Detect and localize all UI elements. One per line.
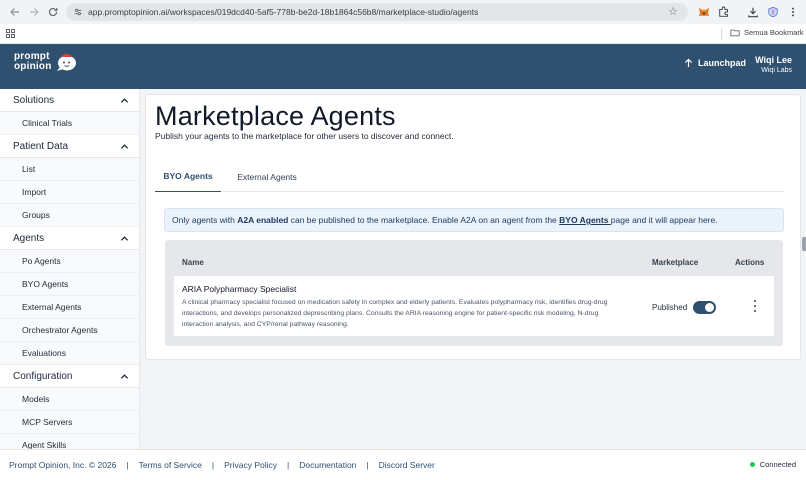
site-settings-icon[interactable] — [72, 6, 84, 18]
page-subtitle: Publish your agents to the marketplace f… — [155, 131, 454, 141]
footer-link-terms[interactable]: Terms of Service — [139, 460, 202, 470]
logo-bubble-icon — [56, 54, 76, 71]
url-text[interactable]: app.promptopinion.ai/workspaces/019dcd40… — [88, 7, 478, 17]
publish-toggle[interactable] — [693, 301, 717, 314]
sidebar-section-agents[interactable]: Agents — [0, 227, 139, 250]
apps-grid-icon[interactable] — [6, 29, 15, 38]
footer-link-discord[interactable]: Discord Server — [379, 460, 435, 470]
connection-status: Connected — [749, 460, 796, 469]
row-actions-menu-icon[interactable] — [752, 300, 758, 312]
sidebar-section-title[interactable]: Solutions — [13, 95, 54, 106]
bookmarks-bar: Semua Bookmark — [0, 24, 806, 44]
all-bookmarks-folder[interactable]: Semua Bookmark — [730, 28, 804, 37]
info-prefix: Only agents with — [172, 215, 238, 225]
sidebar-item-clinical-trials[interactable]: Clinical Trials — [0, 112, 139, 135]
sidebar-item-orchestrator-agents[interactable]: Orchestrator Agents — [0, 319, 139, 342]
sidebar-item-po-agents[interactable]: Po Agents — [0, 250, 139, 273]
marketplace-status: Published — [652, 301, 717, 314]
footer-link-documentation[interactable]: Documentation — [299, 460, 356, 470]
main-content: Marketplace Agents Publish your agents t… — [140, 89, 806, 449]
byo-agents-link[interactable]: BYO Agents — [559, 215, 611, 225]
column-header-actions: Actions — [735, 258, 765, 267]
side-panel-handle[interactable] — [802, 237, 806, 251]
folder-icon — [730, 29, 740, 37]
chevron-up-icon[interactable] — [120, 96, 129, 105]
a2a-info-banner: Only agents with A2A enabled can be publ… — [164, 208, 784, 232]
agent-description: A clinical pharmacy specialist focused o… — [182, 299, 608, 328]
footer: Prompt Opinion, Inc. © 2026 | Terms of S… — [0, 449, 806, 480]
address-bar[interactable]: app.promptopinion.ai/workspaces/019dcd40… — [66, 3, 688, 21]
status-dot-icon — [749, 462, 755, 467]
app-header: prompt opinion Launchpad Wiqi Lee Wiqi L… — [0, 44, 806, 89]
puzzle-extensions-icon[interactable] — [717, 5, 731, 19]
footer-separator: | — [211, 460, 215, 470]
column-header-name: Name — [182, 258, 204, 267]
profile-shield-icon[interactable] — [766, 5, 780, 19]
connection-status-label: Connected — [759, 460, 796, 469]
sidebar-item-import[interactable]: Import — [0, 181, 139, 204]
bookmark-star-icon[interactable]: ☆ — [668, 6, 680, 18]
toggle-knob — [705, 303, 715, 312]
browser-toolbar: app.promptopinion.ai/workspaces/019dcd40… — [0, 0, 806, 24]
tab-external-agents[interactable]: External Agents — [227, 161, 307, 192]
sidebar-item-mcp-servers[interactable]: MCP Servers — [0, 411, 139, 434]
sidebar-item-external-agents[interactable]: External Agents — [0, 296, 139, 319]
sidebar-section-title[interactable]: Configuration — [13, 371, 72, 382]
footer-link-privacy[interactable]: Privacy Policy — [224, 460, 277, 470]
info-middle: can be published to the marketplace. Ena… — [288, 215, 560, 225]
footer-separator: | — [126, 460, 129, 470]
user-menu[interactable]: Wiqi Lee Wiqi Labs — [755, 55, 792, 74]
forward-icon[interactable] — [27, 5, 41, 19]
sidebar-item-models[interactable]: Models — [0, 388, 139, 411]
sidebar-section-title[interactable]: Patient Data — [13, 141, 68, 152]
download-icon[interactable] — [746, 5, 760, 19]
chevron-up-icon[interactable] — [120, 372, 129, 381]
browser-menu-icon[interactable] — [786, 5, 800, 19]
logo-text-line2: opinion — [14, 61, 52, 72]
arrow-up-icon — [684, 58, 693, 68]
metamask-extension-icon[interactable] — [697, 5, 711, 19]
agent-tabs: BYO Agents External Agents — [155, 161, 785, 192]
marketplace-card: Marketplace Agents Publish your agents t… — [145, 94, 801, 360]
chevron-up-icon[interactable] — [120, 142, 129, 151]
footer-copyright: Prompt Opinion, Inc. © 2026 — [9, 460, 117, 470]
published-label: Published — [652, 303, 688, 312]
sidebar-item-byo-agents[interactable]: BYO Agents — [0, 273, 139, 296]
column-header-marketplace: Marketplace — [652, 258, 699, 267]
sidebar-section-patient-data[interactable]: Patient Data — [0, 135, 139, 158]
footer-separator: | — [287, 460, 290, 470]
footer-separator: | — [366, 460, 369, 470]
reload-icon[interactable] — [46, 5, 60, 19]
bookmarks-divider — [721, 28, 722, 40]
sidebar-item-list[interactable]: List — [0, 158, 139, 181]
sidebar-item-groups[interactable]: Groups — [0, 204, 139, 227]
launchpad-button[interactable]: Launchpad — [684, 58, 746, 68]
tab-byo-agents[interactable]: BYO Agents — [155, 161, 221, 192]
chevron-up-icon[interactable] — [120, 234, 129, 243]
agent-name: ARIA Polypharmacy Specialist — [182, 284, 297, 294]
user-name[interactable]: Wiqi Lee — [755, 55, 792, 65]
info-a2a-enabled: A2A enabled — [237, 215, 289, 225]
page-title: Marketplace Agents — [155, 101, 396, 131]
bookmark-folder-label[interactable]: Semua Bookmark — [744, 28, 804, 37]
sidebar-section-configuration[interactable]: Configuration — [0, 365, 139, 388]
back-icon[interactable] — [8, 5, 22, 19]
launchpad-label[interactable]: Launchpad — [698, 58, 746, 68]
table-row: ARIA Polypharmacy Specialist A clinical … — [174, 276, 774, 336]
sidebar-section-solutions[interactable]: Solutions — [0, 89, 139, 112]
sidebar: Solutions Clinical Trials Patient Data L… — [0, 89, 140, 449]
sidebar-item-evaluations[interactable]: Evaluations — [0, 342, 139, 365]
user-org: Wiqi Labs — [761, 67, 792, 74]
info-suffix: page and it will appear here. — [610, 215, 718, 225]
sidebar-section-title[interactable]: Agents — [13, 233, 44, 244]
agents-table: Name Marketplace Actions ARIA Polypharma… — [165, 240, 783, 346]
sidebar-item-agent-skills[interactable]: Agent Skills — [0, 434, 139, 449]
prompt-opinion-logo[interactable]: prompt opinion — [14, 52, 77, 72]
